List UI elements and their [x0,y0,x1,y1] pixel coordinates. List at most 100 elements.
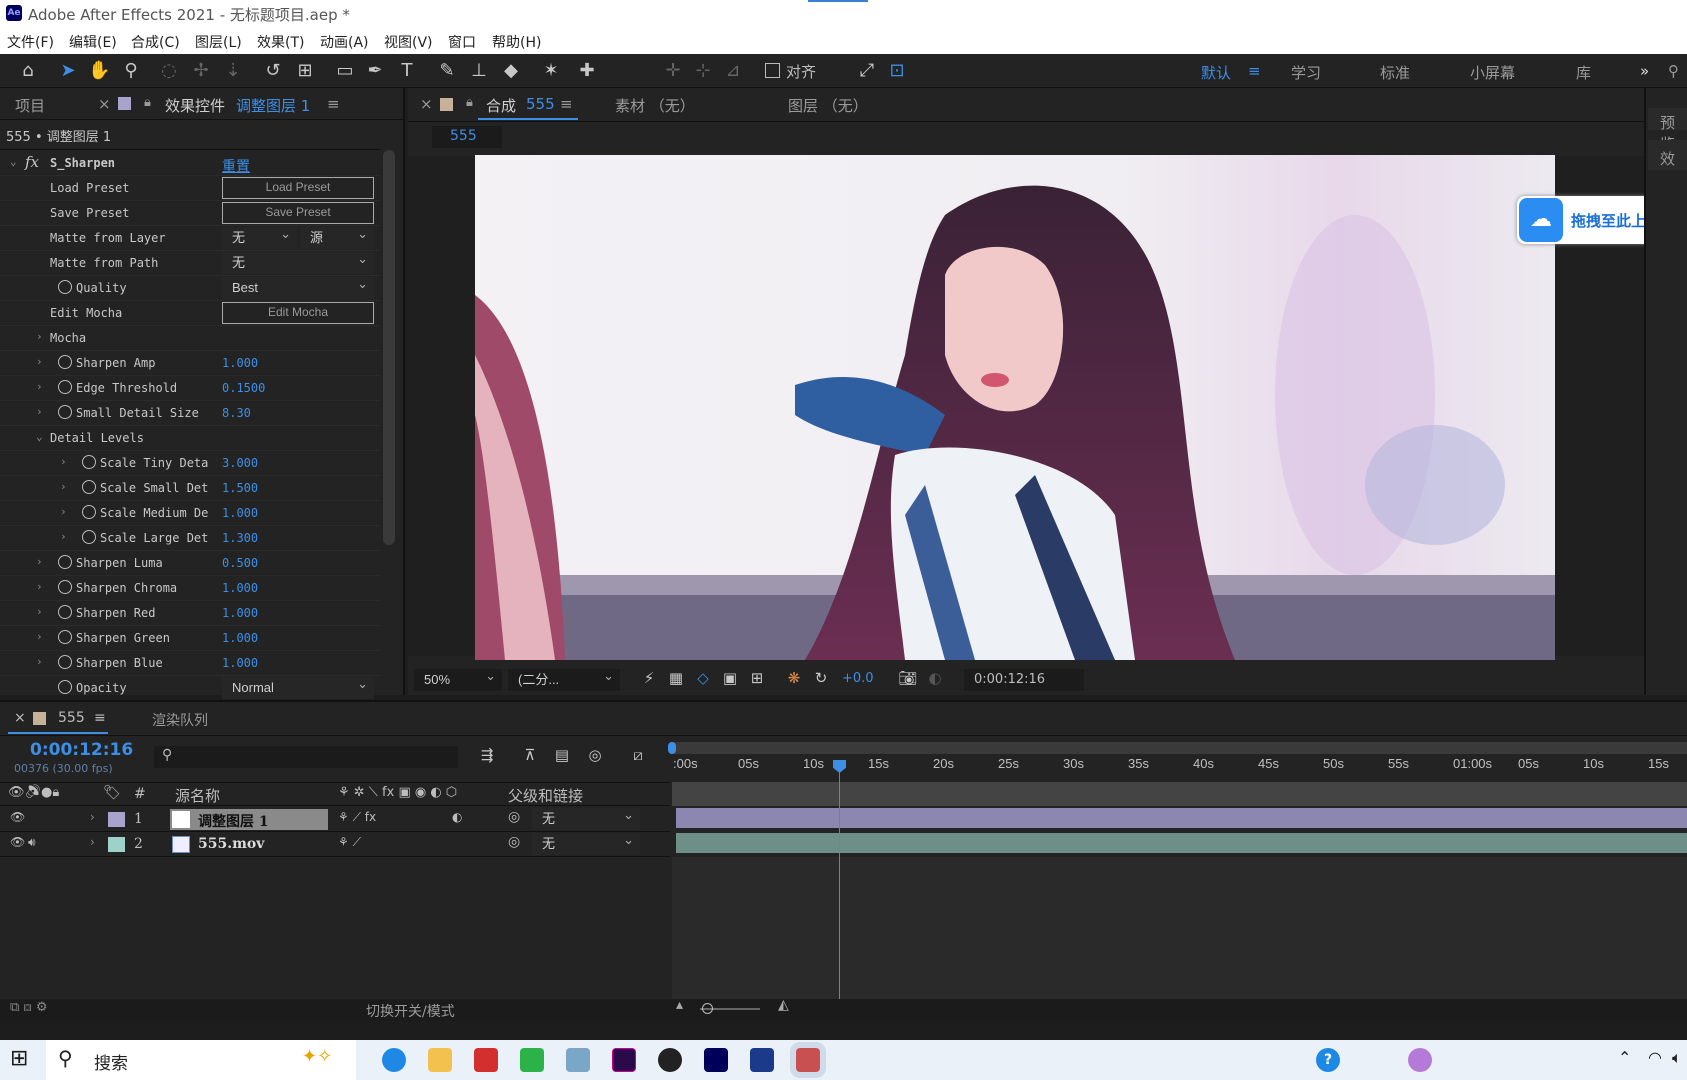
stopwatch-icon[interactable] [58,405,72,419]
property-button[interactable]: Edit Mocha [222,302,374,324]
layer-label-color[interactable] [108,837,125,852]
menu-composition[interactable]: 合成(C) [131,32,180,52]
effect-panel-scrollbar[interactable] [383,150,395,545]
zoom-dropdown[interactable]: 50% [414,665,502,691]
wps-office-icon[interactable] [474,1048,498,1072]
expand-arrow-icon[interactable]: › [36,380,43,393]
brush-icon[interactable]: ✎ [436,60,458,82]
property-dropdown[interactable]: Best [222,273,374,299]
property-value[interactable]: 1.000 [222,606,258,620]
property-dropdown[interactable]: Normal [222,673,374,699]
stopwatch-icon[interactable] [58,380,72,394]
comp-lock-icon[interactable]: 🔒︎ [466,95,473,110]
eraser-icon[interactable]: ◆ [500,60,522,82]
channel-icon[interactable]: ❋ [783,667,805,689]
roto-icon[interactable]: ✶ [540,60,562,82]
playhead-handle[interactable] [833,760,846,773]
reset-link[interactable]: 重置 [222,156,250,176]
av-features-icon[interactable]: 👁︎🔊︎●🔒︎ [8,785,59,800]
taskbar-search-box[interactable]: ⚲ 搜索 ✦✧ [46,1040,356,1080]
menu-edit[interactable]: 编辑(E) [69,32,117,52]
layer-name[interactable]: 调整图层 1 [198,811,269,831]
align-checkbox[interactable] [765,63,780,78]
grid-guides-icon[interactable]: ⊞ [746,667,768,689]
tab-project[interactable]: 项目 [15,95,45,116]
wechat-icon[interactable] [520,1048,544,1072]
work-area-start-handle[interactable] [668,742,676,754]
edge-browser-icon[interactable] [382,1048,406,1072]
layer-row[interactable]: 👁︎ › 1 调整图层 1 ⚘ ⟋ fx ◐ ◎ 无 [0,804,670,832]
property-value[interactable]: 8.30 [222,406,251,420]
stopwatch-icon[interactable] [58,630,72,644]
property-value[interactable]: 0.1500 [222,381,265,395]
help-icon[interactable]: ? [1316,1048,1340,1072]
stopwatch-icon[interactable] [58,680,72,694]
dolly-icon[interactable]: ⇣ [222,60,244,82]
layer-search-input[interactable]: ⚲ [154,746,458,768]
workspace-more-icon[interactable]: » [1640,62,1649,80]
property-value[interactable]: 1.000 [222,356,258,370]
property-value[interactable]: 1.000 [222,506,258,520]
stamp-icon[interactable]: ⊥ [468,60,490,82]
exposure-value[interactable]: +0.0 [842,671,874,686]
mask-visibility-icon[interactable]: ◇ [692,667,714,689]
effect-layer-name[interactable]: 调整图层 1 [236,95,310,116]
render-queue-tab[interactable]: 渲染队列 [152,710,208,730]
comp-close-icon[interactable]: × [420,95,433,113]
rotate-icon[interactable]: ↺ [262,60,284,82]
stopwatch-icon[interactable] [58,580,72,594]
stopwatch-icon[interactable] [82,505,96,519]
visibility-eye-icon[interactable]: 👁︎ [10,810,25,824]
stopwatch-icon[interactable] [82,455,96,469]
layer-row[interactable]: 👁︎ 🔊︎ › 2 555.mov ⚘ ⟋ ◎ 无 [0,829,670,857]
comp-mini-flowchart-icon[interactable]: ⇶ [476,744,498,766]
switches-icon[interactable]: ⚘ ✲ ⟍ fx ▣ ◉ ◐ ⬡ [338,785,457,800]
menu-effect[interactable]: 效果(T) [257,32,304,52]
current-time-indicator[interactable] [839,762,840,1020]
shield-app-icon[interactable] [750,1048,774,1072]
axis-local-icon[interactable]: ✛ [662,60,684,82]
layer-name[interactable]: 555.mov [198,836,264,852]
transparency-grid-icon[interactable]: ▦ [665,667,687,689]
lock-icon[interactable]: 🔒︎ [144,95,151,110]
hand-icon[interactable]: ✋ [88,60,110,82]
tray-chevron-icon[interactable]: ⌃ [1618,1048,1631,1067]
layer-2-bar[interactable] [676,833,1687,853]
stopwatch-icon[interactable] [58,655,72,669]
shy-layers-icon[interactable]: ⊼ [519,744,541,766]
toggle-switches-modes[interactable]: 切换开关/模式 [366,1001,455,1021]
graph-editor-icon[interactable]: ⧄ [627,744,649,766]
property-dropdown[interactable]: 源 [300,223,374,249]
workspace-default[interactable]: 默认 [1201,62,1231,83]
rectangle-icon[interactable]: ▭ [334,60,356,82]
wifi-icon[interactable]: ◠ [1648,1048,1662,1067]
expand-arrow-icon[interactable]: › [36,655,43,668]
reset-exposure-icon[interactable]: ↻ [810,667,832,689]
work-area-bar[interactable] [668,742,1687,754]
home-icon[interactable]: ⌂ [17,60,39,82]
snap-icon[interactable]: ⤢ [856,60,878,82]
expand-arrow-icon[interactable]: › [90,835,95,849]
menu-layer[interactable]: 图层(L) [195,32,242,52]
tab-composition[interactable]: 合成 [486,95,516,116]
windows-start-icon[interactable]: ⊞ [10,1046,28,1071]
pen-icon[interactable]: ✒ [364,60,386,82]
expand-arrow-icon[interactable]: › [60,455,67,468]
col-parent-link[interactable]: 父级和链接 [508,785,583,806]
expand-arrow-icon[interactable]: › [36,580,43,593]
stopwatch-icon[interactable] [58,355,72,369]
zoom-icon[interactable]: ⚲ [120,60,142,82]
orbit-icon[interactable]: ◌ [158,60,180,82]
expand-arrow-icon[interactable]: › [36,355,43,368]
zoom-in-icon[interactable]: ◭ [778,997,789,1013]
workspace-library[interactable]: 库 [1576,62,1591,83]
parent-dropdown[interactable]: 无 [532,804,640,830]
timeline-close-icon[interactable]: × [14,710,26,726]
comp-menu-icon[interactable]: ≡ [560,95,573,113]
close-icon[interactable]: × [98,95,111,113]
app-icon[interactable] [566,1048,590,1072]
fast-previews-icon[interactable]: ⚡ [638,667,660,689]
layer-switches[interactable]: ⚘ ⟋ [338,835,361,850]
search-help-icon[interactable]: ⚲ [1668,62,1679,80]
timeline-menu-icon[interactable]: ≡ [94,710,106,726]
